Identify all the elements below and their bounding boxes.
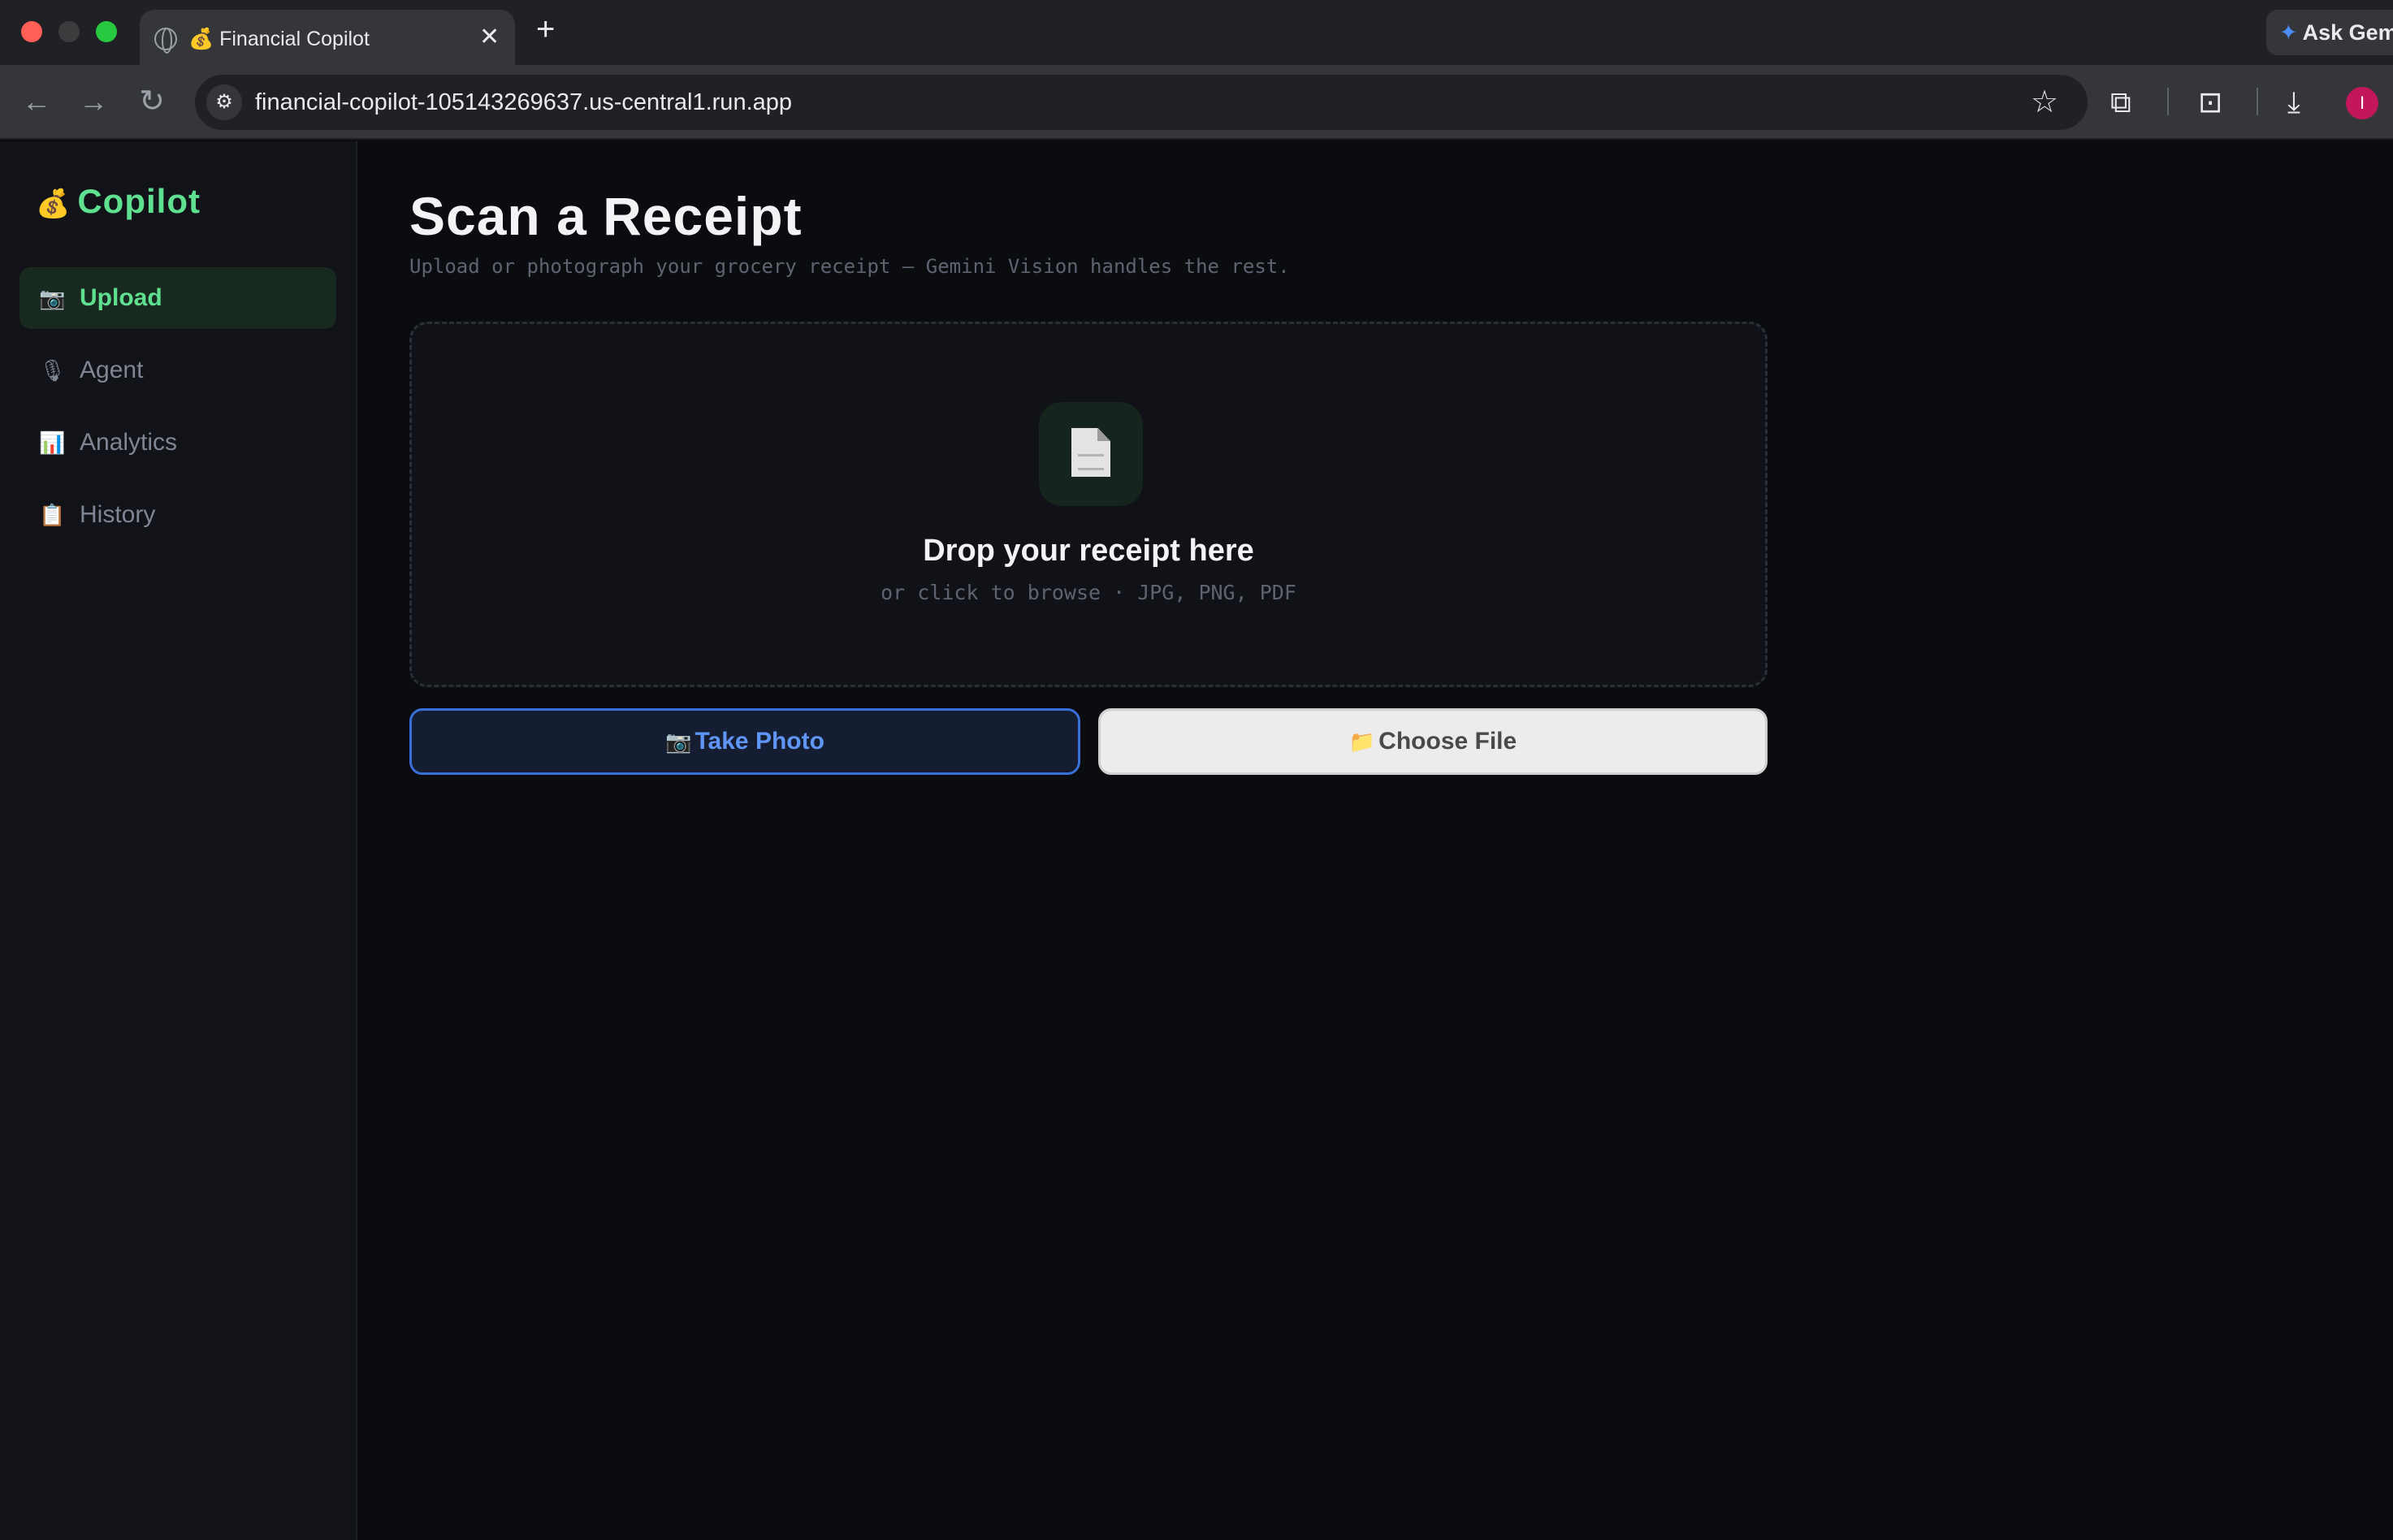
bar-chart-icon: 📊 <box>39 430 66 455</box>
tab-title-text: Financial Copilot <box>219 28 370 50</box>
cast-search-icon[interactable]: ⊡ <box>2198 83 2222 122</box>
brand-name: Copilot <box>77 182 201 220</box>
money-bag-icon: 💰 <box>36 188 71 219</box>
window-maximize-button[interactable] <box>96 21 117 42</box>
url-text[interactable]: financial-copilot-105143269637.us-centra… <box>255 89 792 116</box>
choose-file-button[interactable]: 📁 Choose File <box>1098 708 1768 775</box>
back-arrow-icon[interactable]: ← <box>16 81 57 122</box>
page-subtitle: Upload or photograph your grocery receip… <box>409 255 1290 278</box>
browser-tab-bar: 💰 Financial Copilot ✕ + ✦ Ask Gem <box>0 0 2393 65</box>
sidebar-item-label: Agent <box>80 357 144 383</box>
sidebar-item-agent[interactable]: 🎙 Agent <box>19 340 336 401</box>
document-icon <box>1039 402 1143 506</box>
receipt-dropzone[interactable]: Drop your receipt here or click to brows… <box>409 322 1768 687</box>
address-bar[interactable]: ⚙ financial-copilot-105143269637.us-cent… <box>195 75 2088 130</box>
brand-logo[interactable]: 💰 Copilot <box>36 182 201 221</box>
toolbar-divider <box>2257 88 2258 115</box>
forward-arrow-icon[interactable]: → <box>73 81 114 122</box>
dropzone-title: Drop your receipt here <box>923 534 1254 568</box>
document-fold <box>1097 428 1110 441</box>
new-tab-button[interactable]: + <box>536 13 555 45</box>
sidebar-item-label: Upload <box>80 284 162 311</box>
document-lines <box>1078 454 1104 470</box>
microphone-icon: 🎙 <box>39 358 67 383</box>
camera-icon: 📷 <box>665 729 692 754</box>
dropzone-hint: or click to browse · JPG, PNG, PDF <box>881 581 1296 604</box>
sidebar-item-label: History <box>80 501 156 528</box>
browser-tab-active[interactable]: 💰 Financial Copilot ✕ <box>140 10 515 65</box>
gemini-sparkle-icon: ✦ <box>2279 20 2298 45</box>
sidebar-item-upload[interactable]: 📷 Upload <box>19 267 336 329</box>
sidebar: 💰 Copilot 📷 Upload 🎙 Agent 📊 Analytics 📋 Hist… <box>0 141 357 1540</box>
take-photo-button[interactable]: 📷 Take Photo <box>409 708 1080 775</box>
profile-avatar[interactable]: I <box>2346 87 2378 119</box>
close-tab-icon[interactable]: ✕ <box>479 23 500 52</box>
ask-gemini-button[interactable]: ✦ Ask Gem <box>2266 10 2393 55</box>
site-info-icon[interactable]: ⚙ <box>206 84 242 120</box>
tab-title: 💰 Financial Copilot <box>188 28 370 51</box>
choose-file-label: Choose File <box>1378 728 1517 755</box>
page-title: Scan a Receipt <box>409 186 803 246</box>
main-content: Scan a Receipt Upload or photograph your… <box>359 141 2393 1540</box>
extensions-icon[interactable]: ⧉ <box>2110 83 2131 122</box>
folder-icon: 📁 <box>1348 729 1376 754</box>
ask-gemini-label: Ask Gem <box>2302 20 2393 45</box>
sidebar-item-label: Analytics <box>80 429 178 456</box>
sidebar-item-history[interactable]: 📋 History <box>19 484 336 546</box>
reload-icon[interactable]: ↻ <box>132 81 172 122</box>
sidebar-item-analytics[interactable]: 📊 Analytics <box>19 412 336 474</box>
money-bag-icon: 💰 <box>188 28 214 50</box>
camera-icon: 📷 <box>39 286 66 310</box>
globe-icon <box>154 28 177 54</box>
download-icon[interactable]: ⤓ <box>2287 83 2300 122</box>
toolbar-divider <box>2167 88 2169 115</box>
clipboard-icon: 📋 <box>39 503 66 527</box>
window-minimize-button[interactable] <box>58 21 80 42</box>
take-photo-label: Take Photo <box>695 728 824 755</box>
bookmark-star-icon[interactable]: ☆ <box>2031 84 2058 120</box>
browser-toolbar: ← → ↻ ⚙ financial-copilot-105143269637.u… <box>0 65 2393 140</box>
window-close-button[interactable] <box>21 21 42 42</box>
